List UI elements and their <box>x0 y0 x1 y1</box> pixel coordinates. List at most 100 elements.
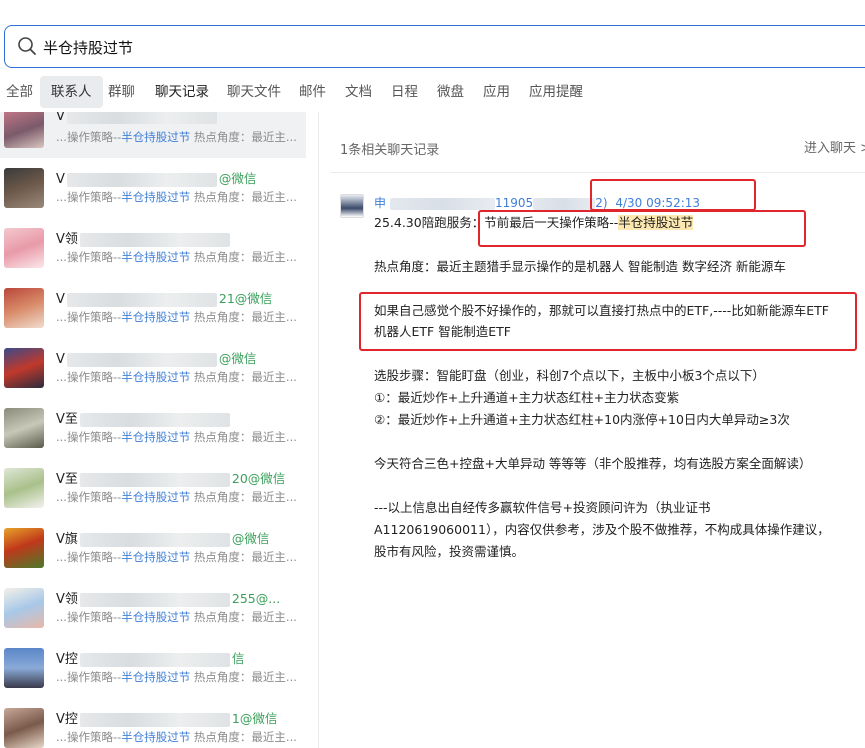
blurred-name <box>66 352 217 367</box>
tab-microdisk[interactable]: 微盘 <box>431 76 470 108</box>
blurred-name <box>66 172 217 187</box>
wechat-tag: 信 <box>231 651 245 666</box>
snippet-highlight: 半仓持股过节 <box>121 370 191 384</box>
blurred-name <box>79 412 230 427</box>
contact-name-prefix: V <box>56 352 65 367</box>
snippet-pre: ...操作策略-- <box>56 550 122 564</box>
search-input[interactable]: 半仓持股过节 <box>43 37 133 58</box>
avatar <box>4 528 44 568</box>
list-item[interactable]: V领 255@... ...操作策略--半仓持股过节 热点角度：最近主... <box>0 582 306 638</box>
contact-name-prefix: V领 <box>56 232 78 247</box>
list-item[interactable]: V旗 @微信 ...操作策略--半仓持股过节 热点角度：最近主... <box>0 522 306 578</box>
annotation-box-strategy <box>478 210 806 247</box>
annotation-box-timestamp <box>590 179 756 211</box>
blurred-name <box>66 292 217 307</box>
snippet-highlight: 半仓持股过节 <box>121 190 191 204</box>
blurred-name <box>79 652 230 667</box>
avatar <box>4 588 44 628</box>
sender-prefix: 申 <box>374 196 387 210</box>
tab-chat-files[interactable]: 聊天文件 <box>221 76 287 108</box>
avatar <box>4 288 44 328</box>
tab-groups[interactable]: 群聊 <box>102 76 141 108</box>
tab-calendar[interactable]: 日程 <box>385 76 424 108</box>
blurred-name <box>79 712 230 727</box>
list-item[interactable]: V @微信 ...操作策略--半仓持股过节 热点角度：最近主... <box>0 162 306 218</box>
list-item[interactable]: V至 ...操作策略--半仓持股过节 热点角度：最近主... <box>0 402 306 458</box>
snippet-pre: ...操作策略-- <box>56 250 122 264</box>
list-item[interactable]: V 21@微信 ...操作策略--半仓持股过节 热点角度：最近主... <box>0 282 306 338</box>
snippet-highlight: 半仓持股过节 <box>121 430 191 444</box>
avatar <box>4 168 44 208</box>
list-item[interactable]: V领 ...操作策略--半仓持股过节 热点角度：最近主... <box>0 222 306 278</box>
contact-list[interactable]: V ...操作策略--半仓持股过节 热点角度：最近主... V @微信 ...操作… <box>0 112 318 748</box>
snippet-post: 热点角度：最近主... <box>190 610 297 624</box>
blurred-name <box>66 112 217 124</box>
snippet-post: 热点角度：最近主... <box>190 730 297 744</box>
snippet-pre: ...操作策略-- <box>56 490 122 504</box>
search-icon <box>17 36 37 60</box>
avatar <box>4 708 44 748</box>
snippet-post: 热点角度：最近主... <box>190 550 297 564</box>
tab-mail[interactable]: 邮件 <box>293 76 332 108</box>
blurred-name <box>79 532 230 547</box>
snippet-pre: ...操作策略-- <box>56 310 122 324</box>
tab-contacts[interactable]: 联系人 <box>40 76 103 108</box>
avatar <box>4 648 44 688</box>
message-line: 热点角度：最近主题猎手显示操作的是机器人 智能制造 数字经济 新能源车 <box>374 259 786 274</box>
message-line: 今天符合三色+控盘+大单异动 等等等（非个股推荐，均有选股方案全面解读） <box>374 456 812 471</box>
contact-name-prefix: V <box>56 172 65 187</box>
list-item[interactable]: V ...操作策略--半仓持股过节 热点角度：最近主... <box>0 112 306 158</box>
snippet-highlight: 半仓持股过节 <box>121 550 191 564</box>
tab-docs[interactable]: 文档 <box>339 76 378 108</box>
wechat-tag: @微信 <box>218 171 257 186</box>
annotation-box-etf <box>359 292 857 351</box>
snippet-post: 热点角度：最近主... <box>190 130 297 144</box>
snippet-highlight: 半仓持股过节 <box>121 490 191 504</box>
avatar <box>4 112 44 148</box>
snippet-pre: ...操作策略-- <box>56 190 122 204</box>
wechat-tag: @微信 <box>231 531 270 546</box>
avatar <box>4 408 44 448</box>
avatar <box>4 228 44 268</box>
snippet-post: 热点角度：最近主... <box>190 370 297 384</box>
tab-app-reminders[interactable]: 应用提醒 <box>523 76 589 108</box>
sender-mid: 11905 <box>495 196 534 210</box>
snippet-pre: ...操作策略-- <box>56 130 122 144</box>
snippet-post: 热点角度：最近主... <box>190 490 297 504</box>
snippet-highlight: 半仓持股过节 <box>121 670 191 684</box>
snippet-highlight: 半仓持股过节 <box>121 730 191 744</box>
list-item[interactable]: V至 20@微信 ...操作策略--半仓持股过节 热点角度：最近主... <box>0 462 306 518</box>
contact-name-prefix: V控 <box>56 712 78 727</box>
message-line: ---以上信息出自经传多赢软件信号+投资顾问许为（执业证书 <box>374 500 711 515</box>
wechat-tag: 21@微信 <box>218 291 273 306</box>
snippet-post: 热点角度：最近主... <box>190 190 297 204</box>
category-tabs: 全部 联系人 群聊 聊天记录 聊天文件 邮件 文档 日程 微盘 应用 应用提醒 <box>0 76 865 108</box>
list-item[interactable]: V控 1@微信 ...操作策略--半仓持股过节 热点角度：最近主... <box>0 702 306 748</box>
tab-chat-history[interactable]: 聊天记录 <box>149 76 215 108</box>
enter-chat-link[interactable]: 进入聊天 > <box>804 137 865 156</box>
wechat-tag: 255@... <box>231 591 281 606</box>
list-item[interactable]: V控 信 ...操作策略--半仓持股过节 热点角度：最近主... <box>0 642 306 698</box>
snippet-highlight: 半仓持股过节 <box>121 310 191 324</box>
result-count: 1条相关聊天记录 <box>340 143 440 158</box>
message-line: 股市有风险，投资需谨慎。 <box>374 544 525 559</box>
tab-all[interactable]: 全部 <box>0 76 39 108</box>
tab-apps[interactable]: 应用 <box>477 76 516 108</box>
blurred-name <box>79 592 230 607</box>
snippet-post: 热点角度：最近主... <box>190 670 297 684</box>
search-bar[interactable]: 半仓持股过节 <box>4 25 865 68</box>
blurred-sender <box>533 197 596 210</box>
snippet-pre: ...操作策略-- <box>56 670 122 684</box>
avatar <box>340 194 364 218</box>
snippet-post: 热点角度：最近主... <box>190 310 297 324</box>
list-item[interactable]: V @微信 ...操作策略--半仓持股过节 热点角度：最近主... <box>0 342 306 398</box>
panel-divider <box>318 112 319 748</box>
wechat-tag: 20@微信 <box>231 471 286 486</box>
contact-name-prefix: V控 <box>56 652 78 667</box>
blurred-name <box>79 232 230 247</box>
contact-name-prefix: V至 <box>56 472 78 487</box>
snippet-post: 热点角度：最近主... <box>190 250 297 264</box>
blurred-name <box>79 472 230 487</box>
contact-name-prefix: V至 <box>56 412 78 427</box>
snippet-post: 热点角度：最近主... <box>190 430 297 444</box>
